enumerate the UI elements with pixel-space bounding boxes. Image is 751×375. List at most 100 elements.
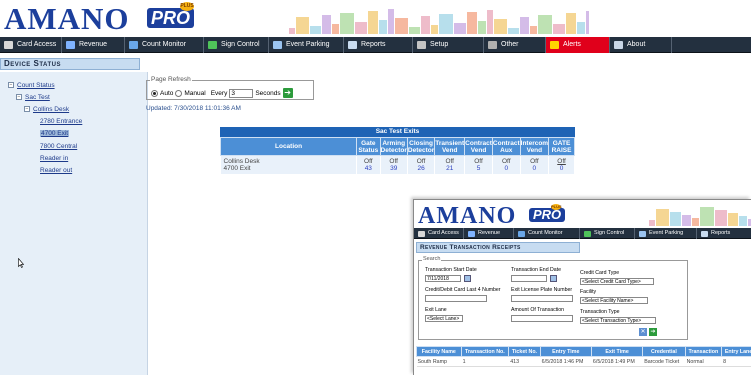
amano-logo: AMANO <box>4 1 130 36</box>
status-cell-contract-aux: Off 0 <box>492 155 521 174</box>
skyline-building <box>388 9 394 34</box>
skyline-building <box>508 28 519 34</box>
clear-search-button[interactable]: ✕ <box>639 328 647 336</box>
skyline-building <box>310 26 321 34</box>
last4-input[interactable] <box>425 295 487 302</box>
tree-link-collins-desk[interactable]: Collins Desk <box>33 106 69 113</box>
end-date-input[interactable] <box>511 275 547 282</box>
page-refresh-legend: Page Refresh <box>150 76 192 83</box>
nav-item-count-monitor[interactable]: Count Monitor <box>514 228 580 239</box>
exit-lane-select[interactable]: <Select Lane> <box>425 315 463 322</box>
pro-badge: PRO <box>529 208 566 222</box>
card-icon <box>418 230 425 237</box>
collapse-icon[interactable]: − <box>8 82 14 89</box>
status-cell-gate-raise[interactable]: Off 0 <box>548 155 575 174</box>
status-state: Off <box>445 157 454 165</box>
nav-item-revenue[interactable]: Revenue <box>464 228 514 239</box>
skyline-building <box>409 27 420 34</box>
tree-link-count-status[interactable]: Count Status <box>17 82 55 89</box>
start-date-input[interactable]: 7/11/2018 <box>425 275 461 282</box>
nav-item-event-parking[interactable]: Event Parking <box>269 37 344 53</box>
skyline-building <box>670 212 681 226</box>
skyline-building <box>487 10 493 34</box>
amount-input[interactable] <box>511 315 573 322</box>
status-count: 5 <box>476 164 481 172</box>
skyline-building <box>421 16 430 34</box>
cell-entry-time: 6/5/2018 1:46 PM <box>540 356 592 367</box>
tree-item-4700-exit[interactable]: 4700 Exit <box>40 130 70 137</box>
tree-node-group[interactable]: − Collins Desk <box>24 106 69 113</box>
tree-node-lot[interactable]: − Sac Test <box>16 94 50 101</box>
nav-item-event-parking[interactable]: Event Parking <box>635 228 697 239</box>
nav-item-setup[interactable]: Setup <box>413 37 484 53</box>
txn-type-select[interactable]: <Select Transaction Type> <box>580 317 656 324</box>
apply-refresh-button[interactable]: ➔ <box>282 88 293 98</box>
nav-item-reports[interactable]: Reports <box>344 37 413 53</box>
cc-type-select[interactable]: <Select Credit Card Type> <box>580 278 654 285</box>
auto-label: Auto <box>160 89 174 97</box>
seconds-label: Seconds <box>255 89 281 97</box>
revenue-receipts-window[interactable]: AMANO PRO PLUS Card Access Revenue Count M… <box>413 199 751 375</box>
cell-facility-name: South Ramp <box>416 356 462 367</box>
nav-item-reports[interactable]: Reports <box>697 228 751 239</box>
nav-item-sign-control[interactable]: Sign Control <box>204 37 269 53</box>
nav-item-count-monitor[interactable]: Count Monitor <box>125 37 204 53</box>
skyline-building <box>649 220 655 226</box>
parking-icon <box>273 41 282 49</box>
column-header-ticket-no: Ticket No. <box>508 346 541 357</box>
column-header-credential: Credential <box>642 346 686 357</box>
nav-item-label: Setup <box>430 41 449 48</box>
reports-icon <box>348 41 357 49</box>
auto-radio[interactable] <box>151 89 158 97</box>
nav-item-card-access[interactable]: Card Access <box>0 37 62 53</box>
tree-node-root[interactable]: − Count Status <box>8 82 55 89</box>
nav-item-label: About <box>627 41 646 48</box>
city-skyline-banner <box>289 9 589 34</box>
nav-item-revenue[interactable]: Revenue <box>62 37 125 53</box>
table-header-row: Location Gate Status Arming Detector Closin… <box>219 137 575 156</box>
search-legend: Search <box>422 256 442 262</box>
skyline-building <box>692 218 699 226</box>
collapse-icon[interactable]: − <box>16 94 22 101</box>
tree-item-2780-entrance[interactable]: 2780 Entrance <box>40 118 82 125</box>
skyline-building <box>379 20 387 34</box>
run-search-button[interactable]: ➔ <box>649 328 657 336</box>
nav-item-label: Event Parking <box>286 41 330 48</box>
nav-item-card-access[interactable]: Card Access <box>414 228 464 239</box>
calendar-icon[interactable] <box>550 275 557 282</box>
monitor-icon <box>518 230 525 237</box>
mouse-cursor-icon <box>18 258 24 268</box>
start-date-label: Transaction Start Date <box>425 267 477 273</box>
skyline-building <box>368 11 378 34</box>
plate-input[interactable] <box>511 295 573 302</box>
manual-label: Manual <box>184 89 206 97</box>
nav-item-label: Event Parking <box>649 230 684 236</box>
calendar-icon[interactable] <box>464 275 471 282</box>
manual-radio[interactable] <box>175 89 183 97</box>
location-device: 4700 Exit <box>223 164 251 172</box>
table-row[interactable]: South Ramp 1 413 6/5/2018 1:46 PM 6/5/2018 1… <box>416 356 751 367</box>
tree-link-sac-test[interactable]: Sac Test <box>25 94 50 101</box>
status-state: Off <box>501 157 511 165</box>
tree-item-reader-in[interactable]: Reader in <box>40 155 68 162</box>
tree-item-reader-out[interactable]: Reader out <box>40 167 72 174</box>
collapse-icon[interactable]: − <box>24 106 30 113</box>
status-state: Off <box>530 157 539 165</box>
facility-select[interactable]: <Select Facility Name> <box>580 297 648 304</box>
parking-icon <box>639 230 646 237</box>
column-header-entry-time: Entry Time <box>539 346 592 357</box>
nav-item-about[interactable]: About <box>610 37 672 53</box>
status-cell-intercom-vend: Off 0 <box>520 155 550 174</box>
nav-item-sign-control[interactable]: Sign Control <box>580 228 635 239</box>
nav-item-other[interactable]: Other <box>484 37 546 53</box>
nav-item-label: Alerts <box>563 41 581 48</box>
status-state: Off <box>557 157 566 165</box>
receipts-title: Revenue Transaction Receipts <box>416 242 580 253</box>
nav-item-label: Revenue <box>478 230 501 236</box>
page-refresh-group: Page Refresh Auto Manual Every 3 Seconds… <box>146 76 314 100</box>
refresh-seconds-input[interactable]: 3 <box>229 88 254 98</box>
nav-item-alerts[interactable]: Alerts <box>546 37 610 53</box>
status-count: 39 <box>390 164 398 172</box>
tree-item-7800-central[interactable]: 7800 Central <box>40 143 77 150</box>
skyline-building <box>553 24 565 34</box>
